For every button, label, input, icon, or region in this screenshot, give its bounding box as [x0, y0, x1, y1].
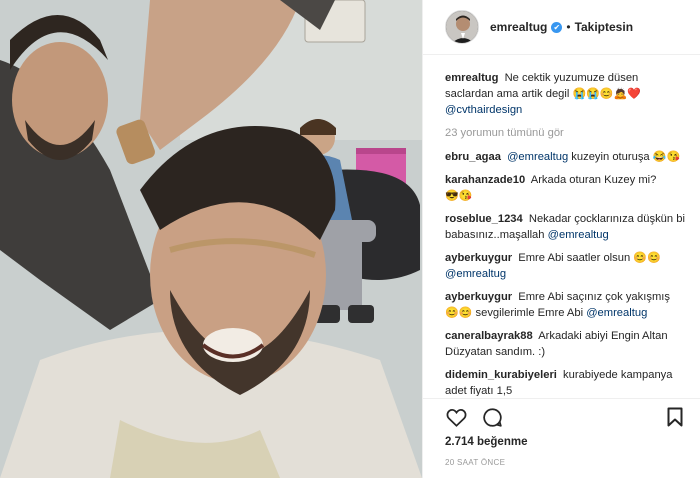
comment-emoji: 😊😊	[633, 252, 661, 264]
comment-username[interactable]: ayberkuygur	[445, 252, 512, 264]
comment-text: Emre Abi saçınız çok yakışmış	[518, 291, 670, 303]
post-photo[interactable]	[0, 0, 422, 478]
speech-bubble-icon[interactable]	[481, 406, 503, 428]
comment-item: roseblue_1234 Nekadar çocklarınıza düşkü…	[445, 211, 686, 243]
comment-username[interactable]: ebru_agaa	[445, 151, 501, 163]
post-details-panel: emrealtug ✔ • Takiptesin emrealtug Ne ce…	[422, 0, 700, 478]
like-count[interactable]: 2.714 beğenme	[445, 436, 527, 448]
comment-emoji: 😎😘	[445, 190, 473, 202]
post-timestamp: 20 SAAT ÖNCE	[445, 458, 506, 467]
comment-item: ebru_agaa @emrealtug kuzeyin oturuşa 😂😘	[445, 149, 686, 165]
comment-mention[interactable]: @emrealtug	[445, 268, 506, 280]
profile-avatar[interactable]	[445, 10, 479, 44]
heart-outline-icon[interactable]	[445, 406, 467, 428]
comment-mention[interactable]: @emrealtug	[586, 307, 647, 319]
comment-username[interactable]: karahanzade10	[445, 174, 525, 186]
comment-list: emrealtug Ne cektik yuzumuze düsen sacla…	[445, 70, 686, 396]
comment-item: didemin_kurabiyeleri kurabiyede kampanya…	[445, 367, 686, 396]
comment-mention[interactable]: @emrealtug	[507, 151, 568, 163]
bookmark-icon[interactable]	[664, 406, 686, 428]
comment-item: caneralbayrak88 Arkadaki abiyi Engin Alt…	[445, 328, 686, 360]
divider	[423, 398, 700, 399]
caption-mention[interactable]: @cvthairdesign	[445, 104, 522, 116]
comment-username[interactable]: roseblue_1234	[445, 213, 523, 225]
separator-dot: •	[566, 20, 571, 34]
avatar-photo	[446, 11, 478, 43]
action-bar	[445, 404, 686, 430]
caption: emrealtug Ne cektik yuzumuze düsen sacla…	[445, 70, 686, 118]
comment-text: Arkada oturan Kuzey mi?	[530, 174, 657, 186]
comment-text: Emre Abi saatler olsun	[518, 252, 631, 264]
caption-username[interactable]: emrealtug	[445, 72, 498, 84]
comment-username[interactable]: caneralbayrak88	[445, 330, 533, 342]
barber-haircut-photo	[0, 0, 422, 478]
comment-username[interactable]: ayberkuygur	[445, 291, 512, 303]
instagram-post: emrealtug ✔ • Takiptesin emrealtug Ne ce…	[0, 0, 700, 478]
comment-item: karahanzade10 Arkada oturan Kuzey mi? 😎😘	[445, 172, 686, 204]
caption-emoji: 😭😭😊🙇❤️	[572, 88, 641, 100]
post-header: emrealtug ✔ • Takiptesin	[423, 0, 700, 55]
following-button[interactable]: Takiptesin	[575, 20, 633, 34]
comment-item: ayberkuygur Emre Abi saatler olsun 😊😊 @e…	[445, 250, 686, 282]
comment-text-after: sevgilerimle Emre Abi	[475, 307, 584, 319]
comment-item: ayberkuygur Emre Abi saçınız çok yakışmı…	[445, 289, 686, 321]
comment-emoji: 😊😊	[445, 307, 473, 319]
comment-text: kuzeyin oturuşa	[571, 151, 650, 163]
view-all-comments-link[interactable]: 23 yorumun tümünü gör	[445, 125, 686, 141]
verified-badge-icon: ✔	[551, 21, 563, 33]
header-username[interactable]: emrealtug	[490, 20, 547, 34]
comment-username[interactable]: didemin_kurabiyeleri	[445, 369, 557, 381]
comment-emoji: 😂😘	[652, 151, 681, 163]
comment-mention[interactable]: @emrealtug	[548, 229, 609, 241]
